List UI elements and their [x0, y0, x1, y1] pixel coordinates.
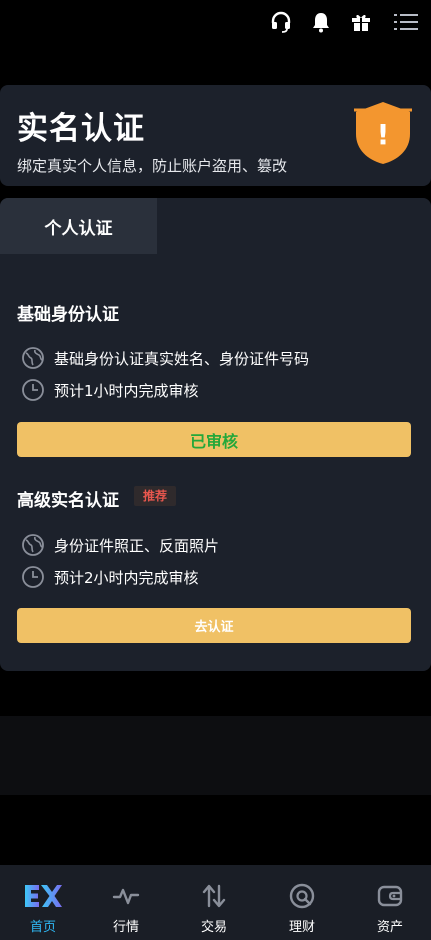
nav-label: 资产: [376, 920, 403, 935]
advanced-item-time: 预计2小时内完成审核: [21, 565, 199, 589]
recommend-badge: 推荐: [134, 486, 177, 506]
nav-item-assets[interactable]: 资产: [347, 865, 431, 940]
clock-icon: [22, 379, 44, 401]
basic-verification-title: 基础身份认证: [17, 305, 119, 325]
basic-item-text: 基础身份认证真实姓名、身份证件号码: [54, 349, 310, 368]
advanced-item-photos: 身份证件照正、反面照片: [21, 533, 219, 557]
clock-icon: [22, 566, 44, 588]
gift-icon[interactable]: [349, 10, 373, 34]
nav-item-finance[interactable]: 理财: [259, 865, 345, 940]
globe-icon: [22, 534, 44, 556]
menu-icon[interactable]: [393, 10, 419, 34]
basic-item-info: 基础身份认证真实姓名、身份证件号码: [21, 346, 309, 370]
advanced-verification-title: 高级实名认证: [17, 491, 119, 511]
pulse-icon: [112, 888, 140, 905]
nav-label: 行情: [112, 920, 139, 935]
bottom-nav: 首页 行情 交易 理财 资产: [0, 865, 431, 940]
finance-icon: [289, 883, 315, 909]
advanced-item-text: 身份证件照正、反面照片: [54, 536, 220, 555]
advanced-item-text: 预计2小时内完成审核: [54, 568, 199, 587]
bell-icon[interactable]: [309, 10, 333, 34]
basic-item-time: 预计1小时内完成审核: [21, 378, 199, 402]
globe-icon: [22, 347, 44, 369]
nav-label: 交易: [200, 920, 227, 935]
swap-icon: [202, 884, 226, 908]
shield-warning-icon: !: [354, 102, 412, 164]
tab-personal-verification[interactable]: 个人认证: [0, 198, 157, 254]
ex-logo-icon: [25, 885, 62, 907]
start-verification-button[interactable]: 去认证: [17, 608, 411, 643]
basic-item-text: 预计1小时内完成审核: [54, 381, 199, 400]
headset-icon[interactable]: [269, 10, 293, 34]
verified-button[interactable]: 已审核: [17, 422, 411, 457]
nav-label: 首页: [29, 920, 56, 935]
empty-band: [0, 716, 431, 795]
page-subtitle: 绑定真实个人信息，防止账户盗用、篡改: [17, 157, 288, 175]
nav-item-market[interactable]: 行情: [83, 865, 169, 940]
wallet-icon: [377, 885, 403, 907]
nav-label: 理财: [288, 920, 315, 935]
nav-item-home[interactable]: 首页: [0, 865, 86, 940]
shield-symbol: !: [377, 118, 390, 151]
top-bar: [0, 0, 431, 44]
nav-item-trade[interactable]: 交易: [171, 865, 257, 940]
page-title: 实名认证: [17, 111, 145, 147]
